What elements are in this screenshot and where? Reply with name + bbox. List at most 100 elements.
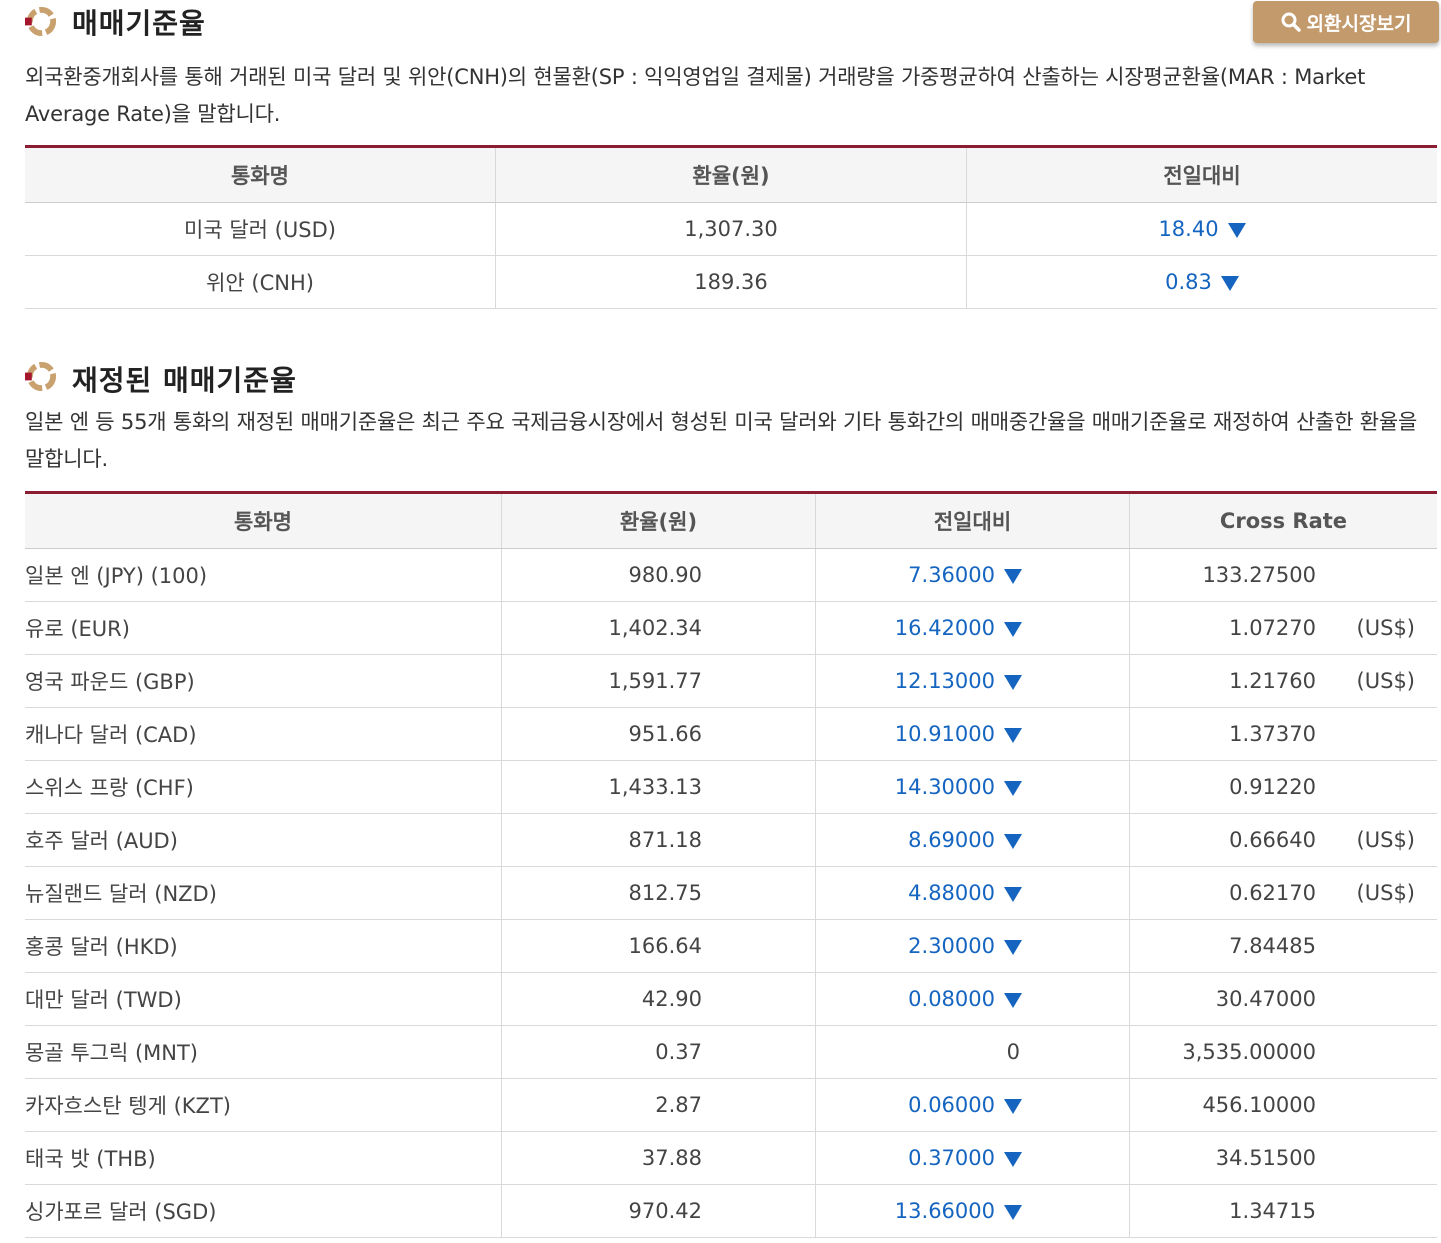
triangle-down-icon — [1004, 834, 1022, 849]
change-value: 7.36000 — [908, 563, 995, 587]
triangle-down-icon — [1227, 223, 1246, 238]
cross-rate-value: 3,535.00000 — [1182, 1040, 1316, 1064]
table-header-row: 통화명 환율(원) 전일대비 Cross Rate — [25, 492, 1437, 549]
currency-name: 일본 엔 (JPY) (100) — [25, 548, 502, 602]
change-value: 12.13000 — [894, 669, 995, 693]
table-row: 스위스 프랑 (CHF) 1,433.13 14.30000 0.91220 — [25, 760, 1437, 814]
table-row: 유로 (EUR) 1,402.34 16.42000 1.07270 (US$) — [25, 601, 1437, 655]
col-header-currency: 통화명 — [25, 146, 496, 203]
triangle-down-icon — [1004, 887, 1022, 902]
currency-name: 홍콩 달러 (HKD) — [25, 919, 502, 973]
col-header-rate: 환율(원) — [501, 492, 816, 549]
fx-market-button[interactable]: 외환시장보기 — [1253, 1, 1439, 43]
table-row: 몽골 투그릭 (MNT) 0.37 0 3,535.00000 — [25, 1025, 1437, 1079]
cross-rate-cell: 30.47000 — [1129, 972, 1437, 1026]
table-row: 싱가포르 달러 (SGD) 970.42 13.66000 1.34715 — [25, 1184, 1437, 1238]
table-row: 위안 (CNH) 189.36 0.83 — [25, 255, 1437, 309]
change-value: 2.30000 — [908, 934, 995, 958]
cross-rate-cell: 1.21760 (US$) — [1129, 654, 1437, 708]
change-cell: 16.42000 — [815, 601, 1130, 655]
currency-name: 태국 밧 (THB) — [25, 1131, 502, 1185]
table-row: 태국 밧 (THB) 37.88 0.37000 34.51500 — [25, 1131, 1437, 1185]
section-title: 매매기준율 — [72, 7, 206, 40]
change-value: 0.08000 — [908, 987, 995, 1011]
table-row: 일본 엔 (JPY) (100) 980.90 7.36000 133.27500 — [25, 548, 1437, 602]
col-header-currency: 통화명 — [25, 492, 502, 549]
exchange-rate: 980.90 — [501, 548, 816, 602]
search-icon — [1281, 12, 1301, 32]
cross-rate-cell: 0.62170 (US$) — [1129, 866, 1437, 920]
exchange-rate: 871.18 — [501, 813, 816, 867]
cross-rate-cell: 0.91220 — [1129, 760, 1437, 814]
cross-rate-value: 30.47000 — [1215, 987, 1316, 1011]
exchange-rate: 166.64 — [501, 919, 816, 973]
cross-rate-value: 1.21760 — [1229, 669, 1316, 693]
change-value: 0 — [1006, 1040, 1020, 1064]
cross-rate-cell: 1.37370 — [1129, 707, 1437, 761]
triangle-down-icon — [1004, 622, 1022, 637]
section-description: 외국환중개회사를 통해 거래된 미국 달러 및 위안(CNH)의 현물환(SP … — [25, 65, 1366, 126]
cross-rate-value: 7.84485 — [1229, 934, 1316, 958]
exchange-rate: 1,307.30 — [495, 202, 967, 256]
cross-rate-value: 0.66640 — [1229, 828, 1316, 852]
exchange-rate: 1,402.34 — [501, 601, 816, 655]
section-header: 재정된 매매기준율 — [25, 355, 1437, 399]
change-cell: 7.36000 — [815, 548, 1130, 602]
currency-name: 카자흐스탄 텡게 (KZT) — [25, 1078, 502, 1132]
col-header-rate: 환율(원) — [495, 146, 967, 203]
cross-rate-value: 1.37370 — [1229, 722, 1316, 746]
triangle-down-icon — [1004, 993, 1022, 1008]
cross-rate-value: 0.62170 — [1229, 881, 1316, 905]
change-value: 0.06000 — [908, 1093, 995, 1117]
exchange-rate: 0.37 — [501, 1025, 816, 1079]
currency-name: 미국 달러 (USD) — [25, 202, 496, 256]
currency-name: 싱가포르 달러 (SGD) — [25, 1184, 502, 1238]
triangle-down-icon — [1004, 569, 1022, 584]
table-row: 미국 달러 (USD) 1,307.30 18.40 — [25, 202, 1437, 256]
cross-rate-value: 456.10000 — [1202, 1093, 1316, 1117]
change-value: 18.40 — [1158, 217, 1219, 241]
currency-name: 스위스 프랑 (CHF) — [25, 760, 502, 814]
exchange-rate: 951.66 — [501, 707, 816, 761]
table-row: 캐나다 달러 (CAD) 951.66 10.91000 1.37370 — [25, 707, 1437, 761]
exchange-rate: 1,433.13 — [501, 760, 816, 814]
ring-bullet-icon — [25, 361, 57, 392]
currency-name: 대만 달러 (TWD) — [25, 972, 502, 1026]
col-header-cross-rate: Cross Rate — [1129, 492, 1437, 549]
triangle-down-icon — [1004, 728, 1022, 743]
col-header-change: 전일대비 — [815, 492, 1130, 549]
table-header-row: 통화명 환율(원) 전일대비 — [25, 146, 1437, 203]
currency-name: 캐나다 달러 (CAD) — [25, 707, 502, 761]
section-description: 일본 엔 등 55개 통화의 재정된 매매기준율은 최근 주요 국제금융시장에서… — [25, 410, 1418, 471]
cross-rate-unit: (US$) — [1356, 881, 1415, 905]
currency-name: 뉴질랜드 달러 (NZD) — [25, 866, 502, 920]
cross-rate-cell: 0.66640 (US$) — [1129, 813, 1437, 867]
exchange-rate: 970.42 — [501, 1184, 816, 1238]
change-value: 0.37000 — [908, 1146, 995, 1170]
change-value: 10.91000 — [894, 722, 995, 746]
change-cell: 14.30000 — [815, 760, 1130, 814]
change-cell: 10.91000 — [815, 707, 1130, 761]
ring-bullet-icon — [25, 6, 57, 37]
change-value: 8.69000 — [908, 828, 995, 852]
table-row: 대만 달러 (TWD) 42.90 0.08000 30.47000 — [25, 972, 1437, 1026]
arbitrated-rate-table: 통화명 환율(원) 전일대비 Cross Rate 일본 엔 (JPY) (10… — [25, 491, 1437, 1238]
cross-rate-unit: (US$) — [1356, 669, 1415, 693]
change-cell: 4.88000 — [815, 866, 1130, 920]
table-row: 뉴질랜드 달러 (NZD) 812.75 4.88000 0.62170 (US$) — [25, 866, 1437, 920]
cross-rate-value: 1.07270 — [1229, 616, 1316, 640]
fx-market-button-label: 외환시장보기 — [1306, 12, 1412, 35]
cross-rate-value: 0.91220 — [1229, 775, 1316, 799]
change-cell: 0.08000 — [815, 972, 1130, 1026]
cross-rate-unit: (US$) — [1356, 828, 1415, 852]
triangle-down-icon — [1004, 1099, 1022, 1114]
change-value: 0.83 — [1165, 270, 1212, 294]
exchange-rate: 42.90 — [501, 972, 816, 1026]
triangle-down-icon — [1004, 1152, 1022, 1167]
change-cell: 0 — [815, 1025, 1130, 1079]
exchange-rate: 2.87 — [501, 1078, 816, 1132]
cross-rate-value: 133.27500 — [1202, 563, 1316, 587]
change-cell: 13.66000 — [815, 1184, 1130, 1238]
change-value: 13.66000 — [894, 1199, 995, 1223]
change-cell: 12.13000 — [815, 654, 1130, 708]
